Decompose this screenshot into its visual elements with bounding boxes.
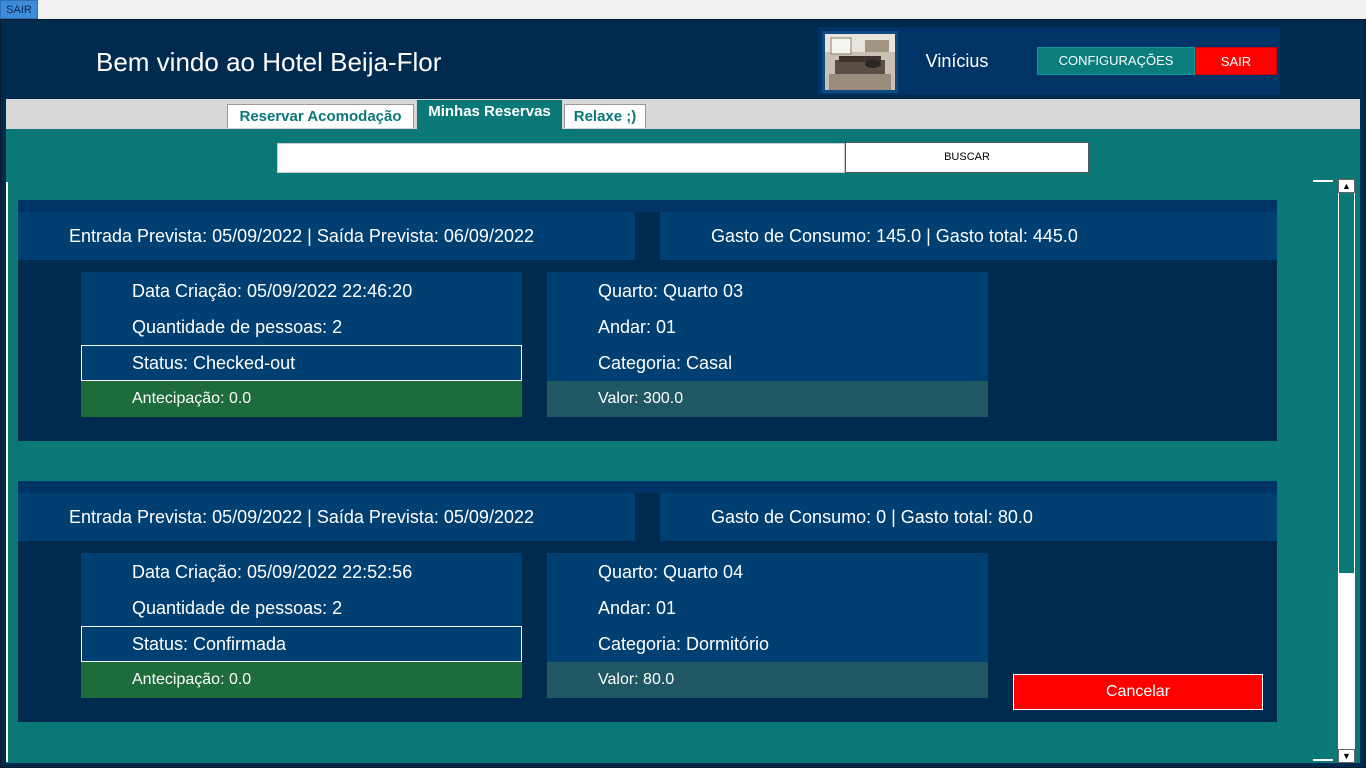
logout-button[interactable]: SAIR (1195, 47, 1277, 75)
room-floor: Andar: 01 (598, 598, 677, 618)
card-top-stripe (18, 200, 1277, 212)
reservation-costs: Gasto de Consumo: 0 | Gasto total: 80.0 (660, 493, 1277, 541)
status-badge: Status: Confirmada (81, 626, 522, 662)
top-exit-button[interactable]: SAIR (0, 0, 38, 19)
welcome-title: Bem vindo ao Hotel Beija-Flor (96, 47, 442, 77)
status-badge: Status: Checked-out (81, 345, 522, 381)
tab-my-reservations[interactable]: Minhas Reservas (416, 99, 563, 129)
room-category: Categoria: Dormitório (598, 634, 770, 654)
room-name: Quarto: Quarto 04 (598, 562, 744, 582)
creation-date: Data Criação: 05/09/2022 22:52:56 (132, 562, 413, 582)
tab-relax[interactable]: Relaxe ;) (564, 104, 646, 128)
title-strip (0, 0, 1366, 19)
anticipation-value: Antecipação: 0.0 (81, 662, 522, 698)
reservation-card: Entrada Prevista: 05/09/2022 | Saída Pre… (18, 200, 1277, 441)
anticipation-value: Antecipação: 0.0 (81, 381, 522, 417)
reservation-dates: Entrada Prevista: 05/09/2022 | Saída Pre… (18, 212, 635, 260)
search-button[interactable]: BUSCAR (845, 142, 1089, 173)
scrollbar-thumb[interactable] (1339, 193, 1354, 573)
scroll-bottom-marker (1313, 759, 1333, 761)
reservation-info-panel: Data Criação: 05/09/2022 22:46:20 Quanti… (81, 272, 522, 417)
reservation-info-panel: Data Criação: 05/09/2022 22:52:56 Quanti… (81, 553, 522, 698)
reservation-dates: Entrada Prevista: 05/09/2022 | Saída Pre… (18, 493, 635, 541)
card-top-stripe (18, 481, 1277, 493)
settings-button[interactable]: CONFIGURAÇÕES (1037, 47, 1195, 75)
room-floor: Andar: 01 (598, 317, 677, 337)
scroll-down-icon[interactable]: ▼ (1338, 749, 1355, 763)
room-info-panel: Quarto: Quarto 03 Andar: 01 Categoria: C… (547, 272, 988, 417)
room-category: Categoria: Casal (598, 353, 733, 373)
search-input[interactable] (277, 143, 845, 173)
people-count: Quantidade de pessoas: 2 (132, 598, 343, 618)
content-left-border (6, 182, 8, 762)
cancel-reservation-button[interactable]: Cancelar (1013, 674, 1263, 710)
tab-book-accommodation[interactable]: Reservar Acomodação (227, 104, 414, 128)
hotel-room-image-icon (825, 34, 895, 90)
room-value: Valor: 300.0 (547, 381, 988, 417)
user-name: Vinícius (925, 51, 989, 71)
reservation-costs: Gasto de Consumo: 145.0 | Gasto total: 4… (660, 212, 1277, 260)
people-count: Quantidade de pessoas: 2 (132, 317, 343, 337)
room-value: Valor: 80.0 (547, 662, 988, 698)
scroll-top-marker (1313, 180, 1333, 182)
room-info-panel: Quarto: Quarto 04 Andar: 01 Categoria: D… (547, 553, 988, 698)
creation-date: Data Criação: 05/09/2022 22:46:20 (132, 281, 413, 301)
tab-bar (6, 99, 1360, 129)
room-name: Quarto: Quarto 03 (598, 281, 744, 301)
scroll-up-icon[interactable]: ▲ (1338, 179, 1355, 193)
avatar (822, 31, 898, 93)
reservation-card: Entrada Prevista: 05/09/2022 | Saída Pre… (18, 481, 1277, 722)
